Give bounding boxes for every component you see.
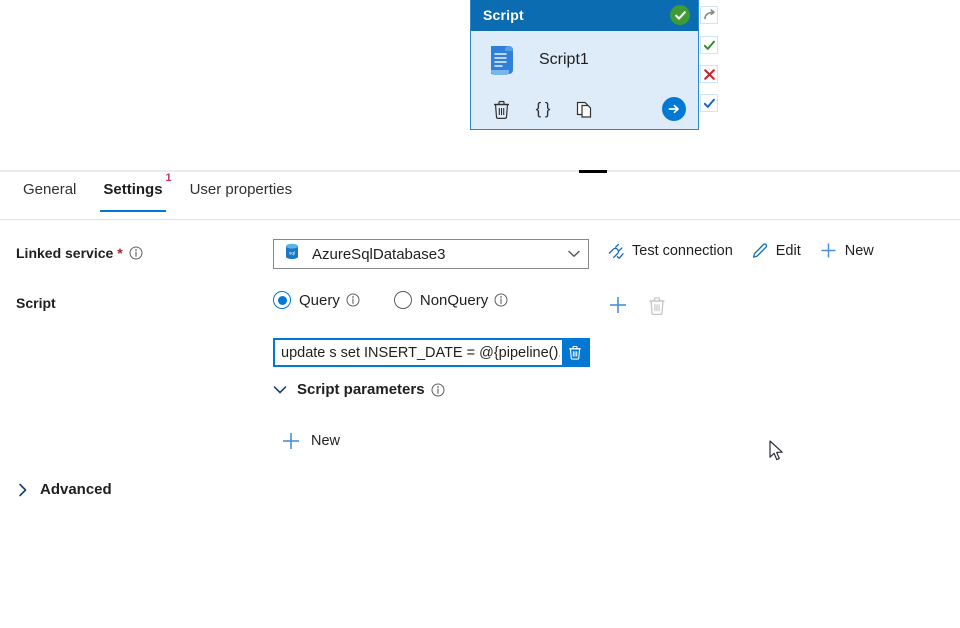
settings-form: Linked service * sql AzureSqlDatabase3 T… bbox=[0, 221, 960, 628]
radio-nonquery-mark bbox=[393, 291, 412, 309]
radio-query-mark bbox=[273, 291, 291, 309]
delete-script-button[interactable] bbox=[644, 292, 670, 318]
edit-linked-service-button[interactable]: Edit bbox=[751, 242, 801, 260]
script-parameters-section-header[interactable]: Script parameters bbox=[273, 381, 445, 398]
new-label: New bbox=[844, 242, 874, 259]
script-activity-card[interactable]: Script Script1 {} bbox=[470, 0, 699, 130]
dependency-connector-stack bbox=[700, 0, 722, 123]
add-script-button[interactable] bbox=[605, 292, 631, 318]
clear-script-query-button[interactable] bbox=[562, 340, 588, 365]
info-icon[interactable] bbox=[346, 293, 360, 307]
script-scroll-icon bbox=[485, 42, 519, 78]
dependency-completion-icon[interactable] bbox=[700, 94, 718, 112]
tab-general[interactable]: General bbox=[14, 176, 85, 212]
radio-query-label: Query bbox=[299, 291, 340, 309]
success-check-icon bbox=[670, 5, 690, 25]
activity-card-header: Script bbox=[471, 0, 698, 31]
chevron-right-icon bbox=[18, 483, 28, 497]
script-row: Script Query NonQuery bbox=[0, 291, 960, 321]
svg-text:sql: sql bbox=[289, 250, 295, 255]
delete-activity-icon[interactable] bbox=[487, 96, 515, 122]
dependency-failure-icon[interactable] bbox=[700, 65, 718, 83]
new-script-parameter-label: New bbox=[311, 433, 341, 449]
tab-settings[interactable]: Settings 1 bbox=[94, 172, 172, 212]
pipeline-canvas: Script Script1 {} bbox=[0, 0, 960, 170]
tab-user-properties-label: User properties bbox=[189, 181, 293, 198]
duplicate-activity-icon[interactable] bbox=[571, 96, 599, 122]
plus-icon bbox=[819, 241, 838, 260]
info-icon[interactable] bbox=[494, 293, 508, 307]
run-activity-button[interactable] bbox=[662, 97, 686, 121]
info-icon[interactable] bbox=[431, 383, 445, 397]
plus-icon bbox=[281, 431, 301, 451]
activity-card-body: Script1 bbox=[471, 31, 698, 89]
script-parameters-title: Script parameters bbox=[297, 381, 425, 398]
script-query-input[interactable] bbox=[275, 340, 562, 365]
tab-settings-badge: 1 bbox=[165, 172, 172, 184]
linked-service-row: Linked service * sql AzureSqlDatabase3 T… bbox=[0, 239, 960, 271]
linked-service-commands: Test connection Edit New bbox=[606, 241, 892, 260]
linked-service-label: Linked service bbox=[16, 245, 114, 261]
linked-service-dropdown[interactable]: sql AzureSqlDatabase3 bbox=[273, 239, 589, 269]
tab-general-label: General bbox=[23, 181, 77, 198]
edit-label: Edit bbox=[775, 242, 801, 259]
dependency-skipped-icon[interactable] bbox=[700, 6, 718, 24]
radio-nonquery-label: NonQuery bbox=[419, 291, 489, 309]
activity-card-type-label: Script bbox=[483, 7, 524, 23]
properties-tabbar: General Settings 1 User properties bbox=[0, 172, 960, 220]
radio-query[interactable]: Query bbox=[273, 291, 360, 309]
script-label-group: Script bbox=[16, 295, 56, 311]
test-connection-button[interactable]: Test connection bbox=[606, 241, 733, 260]
code-braces-icon[interactable]: { } bbox=[529, 96, 557, 122]
advanced-title: Advanced bbox=[40, 481, 112, 498]
radio-nonquery[interactable]: NonQuery bbox=[393, 291, 508, 309]
splitter-drag-handle[interactable] bbox=[579, 170, 607, 173]
plug-check-icon bbox=[606, 241, 625, 260]
panel-splitter bbox=[0, 170, 960, 173]
tab-user-properties[interactable]: User properties bbox=[181, 176, 302, 212]
sql-database-icon: sql bbox=[284, 243, 300, 265]
new-script-parameter-button[interactable]: New bbox=[281, 431, 340, 451]
new-linked-service-button[interactable]: New bbox=[819, 241, 874, 260]
test-connection-label: Test connection bbox=[632, 242, 733, 259]
required-marker: * bbox=[117, 245, 123, 261]
info-icon[interactable] bbox=[129, 246, 143, 260]
chevron-down-icon bbox=[273, 385, 287, 395]
linked-service-label-group: Linked service * bbox=[16, 245, 143, 261]
chevron-down-icon[interactable] bbox=[568, 250, 580, 258]
activity-card-name: Script1 bbox=[539, 51, 589, 68]
advanced-section-header[interactable]: Advanced bbox=[18, 481, 112, 498]
script-type-radio-group: Query NonQuery bbox=[273, 291, 542, 309]
activity-card-toolbar: { } bbox=[471, 89, 698, 129]
script-query-field[interactable] bbox=[273, 338, 590, 367]
script-label: Script bbox=[16, 295, 56, 311]
tab-settings-label: Settings bbox=[103, 181, 163, 198]
linked-service-value: AzureSqlDatabase3 bbox=[312, 245, 446, 263]
dependency-success-icon[interactable] bbox=[700, 36, 718, 54]
pencil-icon bbox=[751, 242, 769, 260]
